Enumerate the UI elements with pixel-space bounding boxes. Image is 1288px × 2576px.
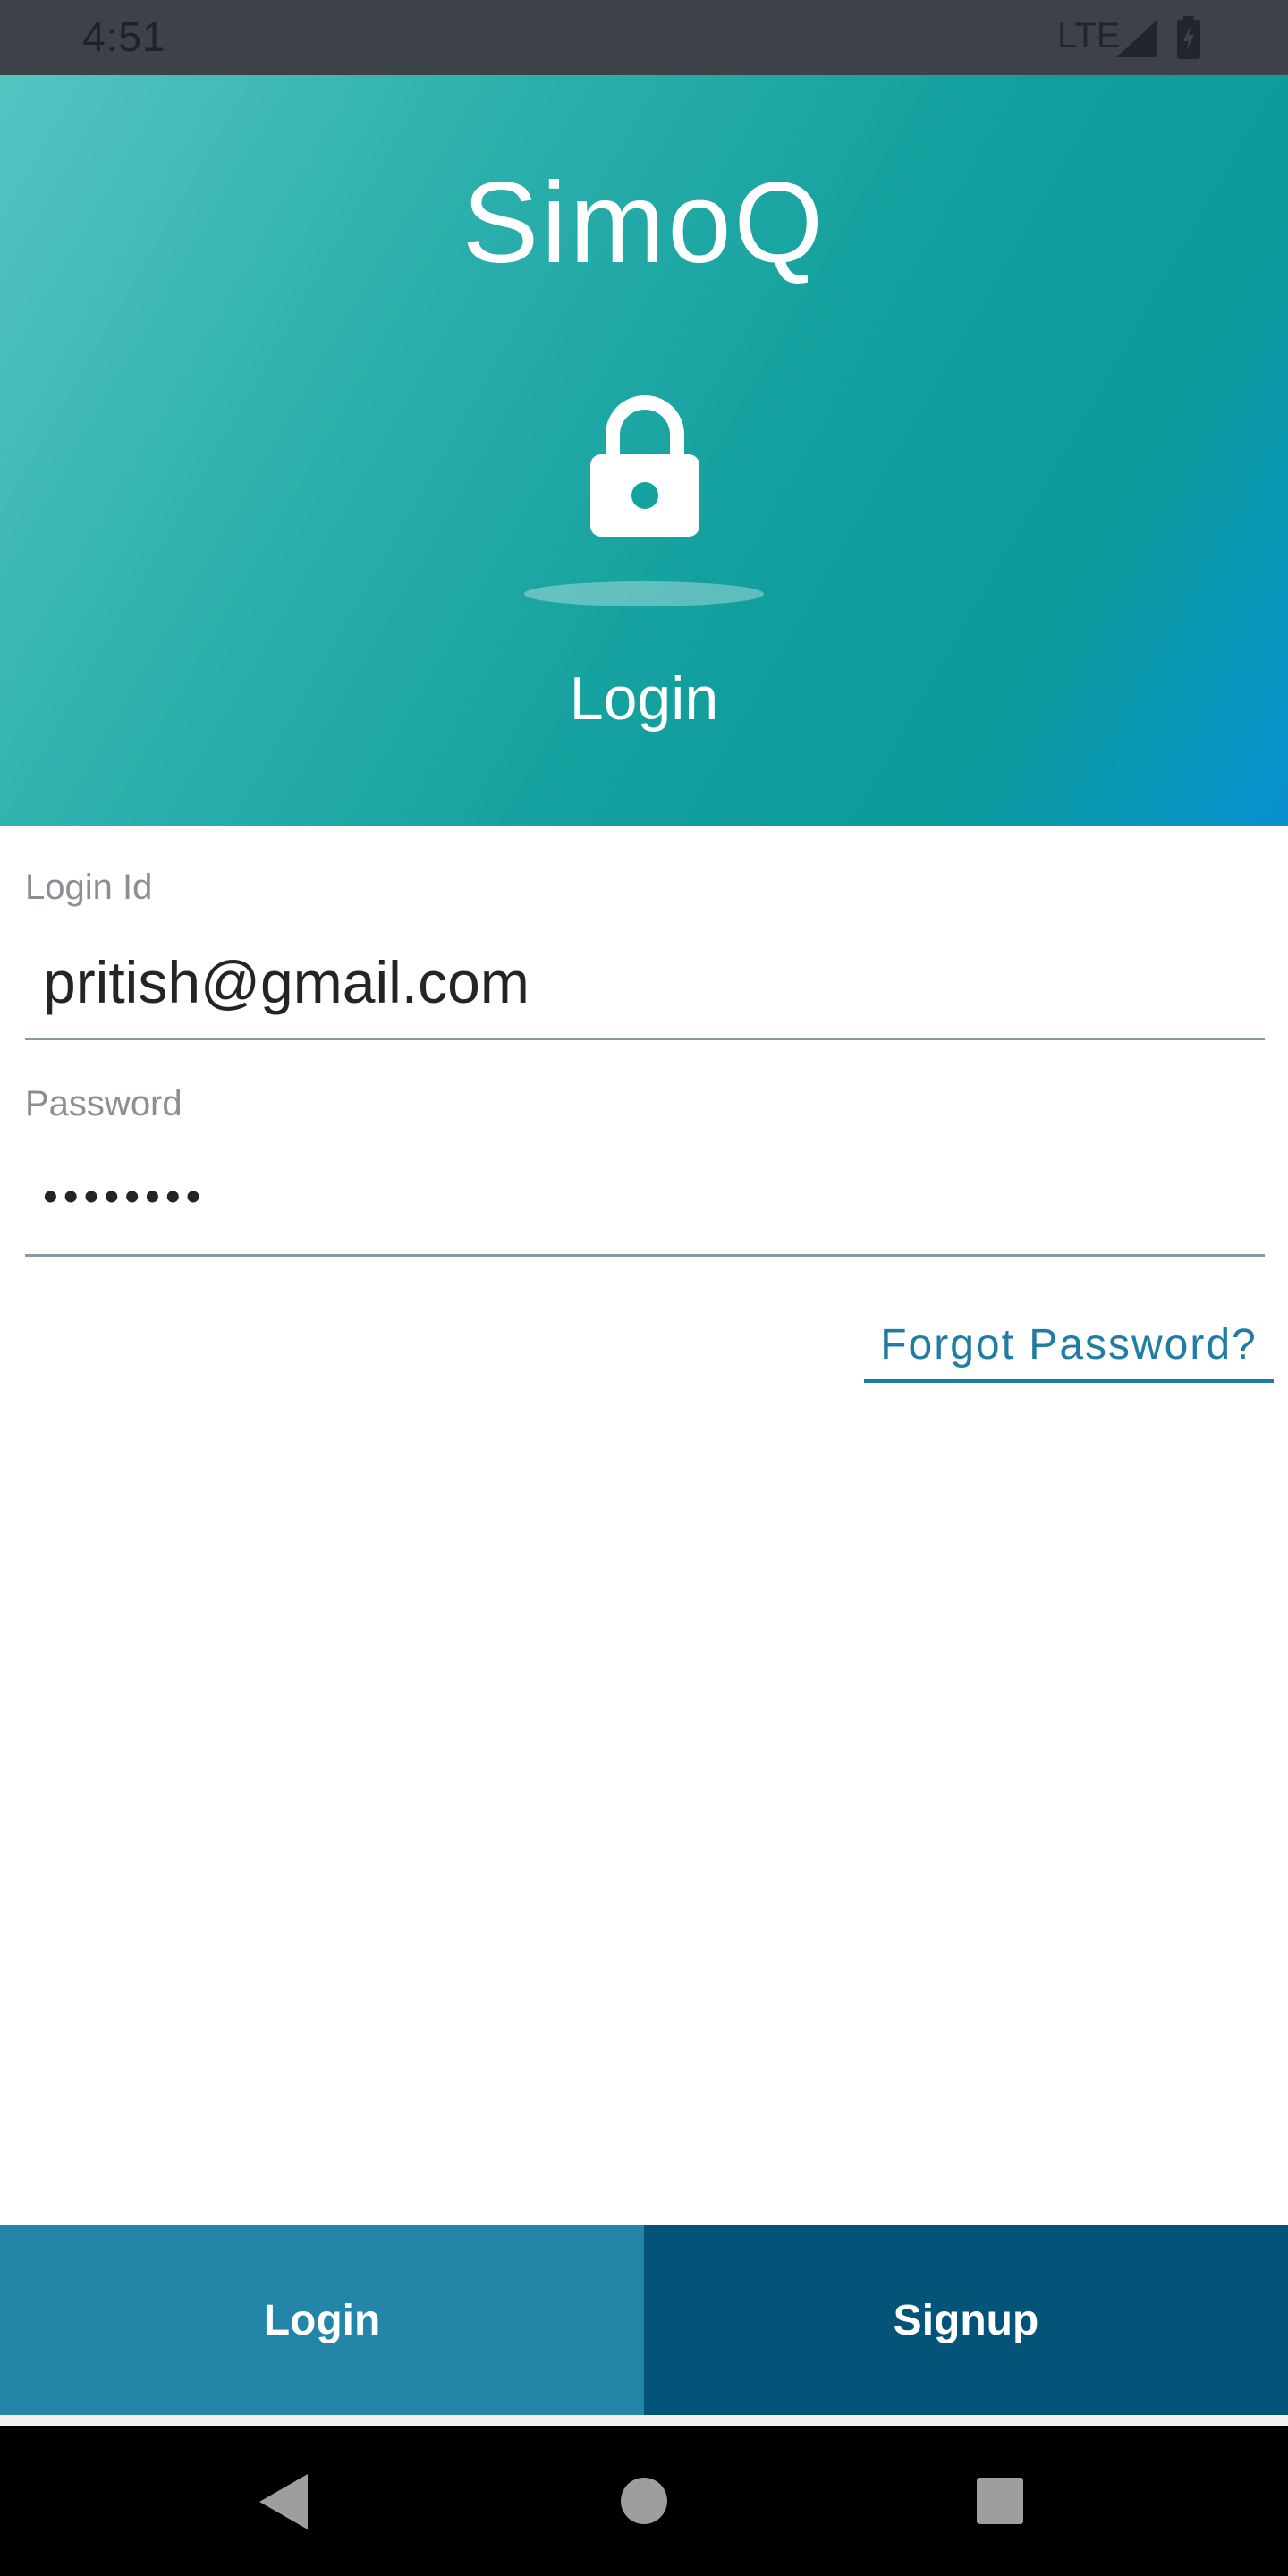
login-header: SimoQ Login bbox=[0, 75, 1288, 826]
login-id-underline bbox=[25, 1038, 1265, 1040]
status-bar: 4:51 LTE bbox=[0, 0, 1288, 75]
password-underline bbox=[25, 1254, 1265, 1257]
page-heading: Login bbox=[569, 665, 719, 733]
forgot-password-link[interactable]: Forgot Password? bbox=[864, 1315, 1274, 1383]
home-icon[interactable] bbox=[621, 2478, 667, 2524]
login-id-label: Login Id bbox=[25, 868, 153, 907]
login-id-input[interactable] bbox=[25, 939, 1265, 1025]
recents-icon[interactable] bbox=[977, 2478, 1023, 2524]
signup-button[interactable]: Signup bbox=[644, 2225, 1288, 2415]
network-type: LTE bbox=[1057, 16, 1121, 55]
bottom-action-bar: Login Signup bbox=[0, 2225, 1288, 2415]
back-icon[interactable] bbox=[259, 2474, 308, 2529]
app-title: SimoQ bbox=[462, 159, 826, 287]
status-time: 4:51 bbox=[82, 13, 166, 60]
navigation-bar bbox=[0, 2426, 1288, 2576]
divider bbox=[0, 2415, 1288, 2426]
password-label: Password bbox=[25, 1084, 182, 1123]
battery-icon bbox=[1177, 16, 1200, 59]
password-input[interactable]: •••••••• bbox=[25, 1154, 1265, 1240]
lock-icon bbox=[590, 395, 699, 537]
lock-shadow bbox=[524, 581, 764, 606]
login-button[interactable]: Login bbox=[0, 2225, 644, 2415]
signal-icon bbox=[1116, 20, 1157, 57]
